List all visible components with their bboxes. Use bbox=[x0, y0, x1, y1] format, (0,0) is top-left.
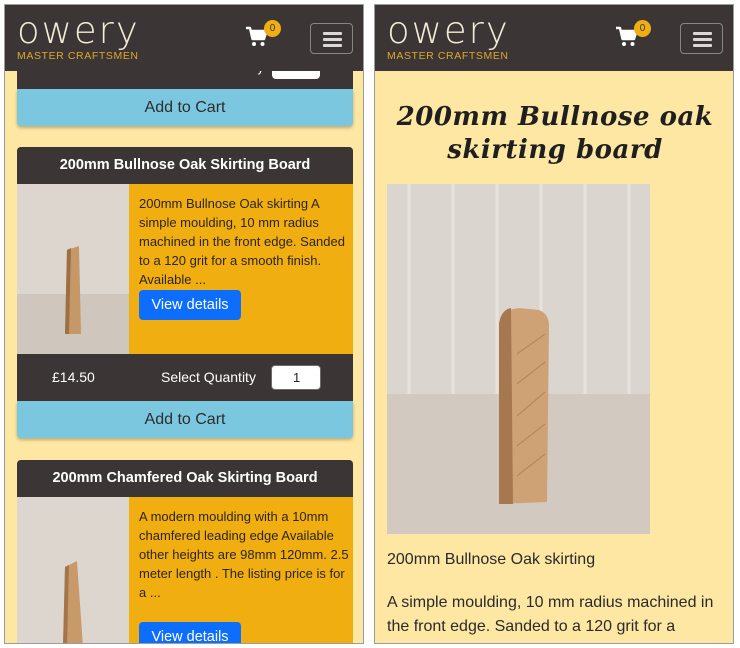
detail-screen: owery MASTER CRAFTSMEN 0 200mm Bullnose … bbox=[374, 4, 734, 644]
cart-count-badge: 0 bbox=[634, 20, 651, 37]
view-details-button[interactable]: View details bbox=[139, 622, 241, 643]
view-details-button[interactable]: View details bbox=[139, 290, 241, 320]
product-price: £14.50 bbox=[52, 369, 95, 385]
product-detail-title: 200mm Bullnose oak skirting board bbox=[396, 102, 714, 165]
product-title[interactable]: 200mm Bullnose Oak Skirting Board bbox=[17, 147, 353, 184]
product-card-body: 200mm Bullnose Oak skirting A simple mou… bbox=[17, 184, 353, 354]
listing-screen: y Add to Cart 200mm Bullnose Oak Skirtin… bbox=[4, 4, 364, 644]
quantity-input[interactable]: 1 bbox=[271, 365, 321, 390]
product-description: 200mm Bullnose Oak skirting A simple mou… bbox=[139, 196, 345, 287]
product-detail-description: A simple moulding, 10 mm radius machined… bbox=[387, 594, 714, 643]
brand-name: owery bbox=[387, 9, 510, 52]
product-card: 200mm Bullnose Oak Skirting Board 200mm … bbox=[17, 147, 353, 401]
navbar: owery MASTER CRAFTSMEN 0 bbox=[375, 5, 733, 71]
hamburger-menu-icon bbox=[323, 32, 342, 35]
product-detail-subtitle: 200mm Bullnose Oak skirting bbox=[387, 551, 596, 568]
quantity-label: Select Quantity bbox=[161, 369, 256, 385]
cart-count-badge: 0 bbox=[264, 20, 281, 37]
product-title[interactable]: 200mm Chamfered Oak Skirting Board bbox=[17, 460, 353, 497]
brand-logo[interactable]: owery MASTER CRAFTSMEN bbox=[387, 9, 510, 62]
product-card-body: A modern moulding with a 10mm chamfered … bbox=[17, 497, 353, 643]
menu-toggle-button[interactable] bbox=[310, 23, 353, 54]
product-description: A modern moulding with a 10mm chamfered … bbox=[139, 509, 349, 600]
navbar: owery MASTER CRAFTSMEN 0 bbox=[5, 5, 363, 71]
brand-name: owery bbox=[17, 9, 140, 52]
product-card: 200mm Chamfered Oak Skirting Board A mod… bbox=[17, 460, 353, 643]
product-detail-image[interactable] bbox=[387, 184, 650, 534]
add-to-cart-button[interactable]: Add to Cart bbox=[17, 401, 353, 438]
brand-logo[interactable]: owery MASTER CRAFTSMEN bbox=[17, 9, 140, 62]
product-card-footer: £14.50 Select Quantity 1 bbox=[17, 354, 353, 401]
hamburger-menu-icon bbox=[693, 32, 712, 35]
add-to-cart-button[interactable]: Add to Cart bbox=[17, 89, 353, 126]
product-image[interactable] bbox=[17, 497, 129, 643]
product-image[interactable] bbox=[17, 184, 129, 354]
menu-toggle-button[interactable] bbox=[680, 23, 723, 54]
brand-tagline: MASTER CRAFTSMEN bbox=[387, 50, 509, 62]
brand-tagline: MASTER CRAFTSMEN bbox=[17, 50, 139, 62]
